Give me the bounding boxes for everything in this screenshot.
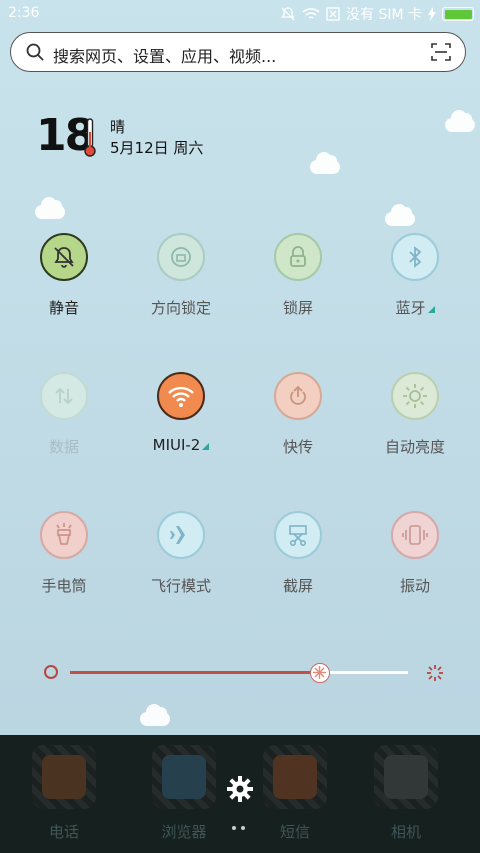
wifi-icon [157,372,205,420]
brightness-low-icon [44,665,58,679]
dock-app-label: 短信 [279,823,310,841]
dock-app-camera[interactable]: 相机 [361,745,451,842]
gear-icon[interactable] [226,775,254,803]
toggle-label: 锁屏 [282,299,313,317]
carrier-text: 没有 SIM 卡 [346,7,422,23]
lock-icon [274,233,322,281]
search-placeholder: 搜索网页、设置、应用、视频... [53,47,277,66]
flashlight-icon [40,511,88,559]
camera-icon [374,745,438,809]
dock-app-sms[interactable]: 短信 [250,745,340,842]
toggle-label: 振动 [399,577,430,595]
toggle-rotation-lock[interactable]: 方向锁定 [126,233,236,318]
screenshot-icon [274,511,322,559]
bluetooth-icon [391,233,439,281]
bell-off-icon [40,233,88,281]
cloud-decoration [35,197,65,219]
wifi-status-icon [302,8,320,19]
toggle-vibrate[interactable]: 振动 [360,511,470,596]
mute-status-icon [281,7,295,21]
toggle-label: 手电筒 [41,577,87,595]
toggle-label: 数据 [48,438,79,456]
toggle-label: MIUI-2 [126,436,236,454]
dock-app-phone[interactable]: 电话 [19,745,109,842]
toggle-wifi[interactable]: MIUI-2 [126,372,236,454]
page-indicator [232,826,245,830]
toggle-bluetooth[interactable]: 蓝牙 [360,233,470,318]
dock-app-label: 浏览器 [161,823,207,841]
battery-icon [442,7,474,21]
toggle-quick-share[interactable]: 快传 [243,372,353,457]
search-bar[interactable]: 搜索网页、设置、应用、视频... [10,32,466,72]
dock-app-browser[interactable]: 浏览器 [139,745,229,842]
toggle-airplane[interactable]: 飞行模式 [126,511,236,596]
toggle-lock-screen[interactable]: 锁屏 [243,233,353,318]
brightness-slider[interactable] [44,662,444,684]
scan-icon[interactable] [431,42,451,62]
status-bar: 2:36 没有 SIM 卡 [0,0,480,28]
toggle-auto-brightness[interactable]: 自动亮度 [360,372,470,457]
cloud-decoration [385,204,415,226]
brightness-icon [391,372,439,420]
sms-icon [263,745,327,809]
toggle-flashlight[interactable]: 手电筒 [9,511,119,596]
power-share-icon [274,372,322,420]
status-time: 2:36 [8,5,40,21]
toggle-label: 方向锁定 [150,299,211,317]
airplane-icon [157,511,205,559]
toggle-label: 自动亮度 [384,438,445,456]
thermometer-icon [84,118,96,157]
data-arrows-icon [40,372,88,420]
toggle-data[interactable]: 数据 [9,372,119,457]
charging-icon [428,7,436,21]
dock-app-label: 相机 [390,823,421,841]
search-icon [26,43,44,61]
cloud-decoration [310,152,340,174]
toggle-label: 截屏 [282,577,313,595]
weather-date: 5月12日 周六 [110,139,204,157]
vibrate-icon [391,511,439,559]
cloud-decoration [140,704,170,726]
toggle-screenshot[interactable]: 截屏 [243,511,353,596]
brightness-fill [70,671,321,674]
toggle-label: 快传 [282,438,313,456]
toggle-label: 飞行模式 [150,577,211,595]
weather-condition: 晴 [110,118,126,136]
toggle-label: 蓝牙 [360,297,470,318]
brightness-high-icon [427,665,443,681]
cloud-decoration [445,110,475,132]
brightness-handle[interactable] [310,663,331,683]
toggle-label: 静音 [48,299,79,317]
browser-icon [152,745,216,809]
no-sim-status-icon [326,7,340,21]
dock-app-label: 电话 [48,823,79,841]
brightness-track[interactable] [70,663,408,683]
rotation-lock-icon [157,233,205,281]
phone-icon [32,745,96,809]
toggle-mute[interactable]: 静音 [9,233,119,318]
